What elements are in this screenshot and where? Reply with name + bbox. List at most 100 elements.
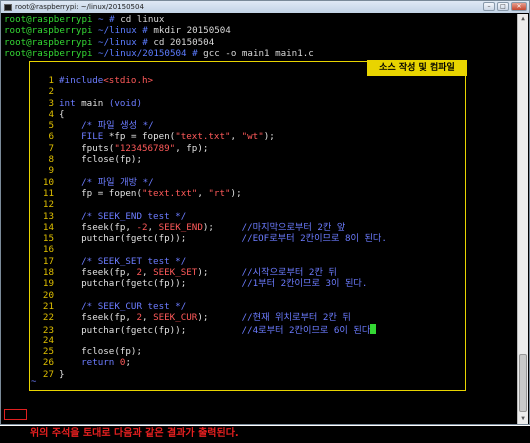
vim-empty-line-marker: ~ — [31, 377, 37, 387]
code-token: } — [59, 368, 65, 380]
code-token: fclose(fp); — [59, 346, 142, 358]
prompt-user-host: root@raspberrypi — [4, 14, 93, 25]
line-number: 24 — [42, 334, 54, 346]
line-number: 12 — [42, 199, 54, 211]
editor-cursor — [370, 323, 377, 334]
prompt-user-host: root@raspberrypi — [4, 47, 93, 59]
line-number: 1 — [48, 75, 54, 86]
line-number: 9 — [48, 165, 54, 177]
line-number: 27 — [42, 368, 54, 380]
window-controls: – □ ✕ — [483, 2, 527, 11]
code-token: putchar(fgetc(fp)); — [59, 324, 242, 336]
code-token: , — [197, 187, 209, 199]
code-token: "text.txt" — [141, 187, 198, 199]
line-number: 19 — [42, 278, 54, 290]
command-text: cd 20150504 — [153, 36, 215, 48]
close-button[interactable]: ✕ — [511, 2, 527, 11]
code-line: 3 int main (void) — [34, 98, 387, 109]
title-bar[interactable]: root@raspberrypi: ~/linux/20150504 – □ ✕ — [1, 1, 529, 13]
source-code: 1 #include<stdio.h> 2 3 int main (void) 4{5 /… — [34, 75, 387, 380]
code-token: //4로부터 2칸이므로 6이 된다 — [241, 324, 371, 336]
code-token: fclose(fp); — [59, 154, 142, 166]
code-token: , — [147, 221, 159, 233]
code-token: SEEK_CUR — [153, 312, 198, 324]
prompt-user-host: root@raspberrypi — [4, 36, 93, 48]
code-line: 4{ — [34, 109, 387, 120]
code-token: putchar(fgetc(fp)); — [59, 233, 242, 245]
code-token: "123456789" — [114, 142, 176, 154]
terminal-line: root@raspberrypi ~/linux/20150504 # gcc … — [4, 48, 516, 59]
code-line: 9 — [34, 165, 387, 176]
code-token: //시작으로부터 2칸 뒤 — [241, 267, 337, 279]
code-token: main — [75, 97, 109, 109]
code-token: <stdio.h> — [103, 75, 154, 86]
code-line: 12 — [34, 199, 387, 210]
code-line: 6 FILE *fp = fopen("text.txt", "wt"); — [34, 131, 387, 142]
scroll-thumb[interactable] — [519, 354, 527, 412]
line-number: 4 — [48, 108, 54, 120]
code-token: , fp); — [175, 142, 209, 154]
code-token: fp = fopen( — [59, 187, 142, 199]
code-token: ); — [202, 221, 242, 233]
code-token: fseek(fp, — [59, 267, 137, 279]
scroll-down-arrow-icon[interactable]: ▼ — [518, 414, 528, 424]
code-token: //1부터 2칸이므로 3이 된다. — [241, 278, 368, 290]
line-number: 16 — [42, 244, 54, 256]
line-number: 15 — [42, 233, 54, 245]
code-token: (void) — [108, 97, 143, 109]
line-number: 14 — [42, 221, 54, 233]
line-number: 2 — [48, 86, 54, 98]
command-text: gcc -o main1 main1.c — [203, 47, 314, 59]
code-line: 16 — [34, 244, 387, 255]
line-number: 13 — [42, 210, 54, 222]
line-number: 6 — [48, 131, 54, 143]
code-token: #include — [59, 75, 104, 86]
code-line: 25 fclose(fp); — [34, 346, 387, 357]
code-line: 7 fputs("123456789", fp); — [34, 143, 387, 154]
scroll-up-arrow-icon[interactable]: ▲ — [518, 14, 528, 24]
result-caption: 위의 주석을 토대로 다음과 같은 결과가 출력된다. — [0, 426, 530, 443]
code-token: fseek(fp, — [59, 221, 137, 233]
code-token: /* SEEK_END test */ — [81, 210, 187, 222]
maximize-button[interactable]: □ — [497, 2, 509, 11]
code-token: "text.txt" — [175, 131, 231, 143]
code-token: FILE — [81, 131, 104, 143]
code-token: ); — [197, 312, 242, 324]
code-token: /* SEEK_CUR test */ — [81, 300, 187, 312]
code-token: putchar(fgetc(fp)); — [59, 278, 242, 290]
code-token: ); — [263, 131, 275, 143]
line-number: 21 — [42, 300, 54, 312]
code-line: 11 fp = fopen("text.txt", "rt"); — [34, 188, 387, 199]
code-token: //마지막으로부터 2칸 앞 — [241, 221, 346, 233]
output-highlight-box — [4, 409, 27, 420]
pre-commands: root@raspberrypi ~ # cd linux root@raspbe… — [4, 14, 516, 59]
command-text: cd linux — [120, 14, 165, 25]
code-token: -2 — [136, 221, 148, 233]
code-token: fputs( — [59, 142, 115, 154]
line-number: 25 — [42, 346, 54, 358]
code-line: 15 putchar(fgetc(fp)); //EOF로부터 2칸이므로 8이… — [34, 233, 387, 244]
prompt-path: ~/linux # — [92, 36, 154, 48]
code-line: 27} — [34, 369, 387, 380]
code-line: 2 — [34, 86, 387, 97]
scrollbar[interactable]: ▲ ▼ — [517, 14, 528, 424]
code-token: ; — [125, 357, 131, 369]
minimize-button[interactable]: – — [483, 2, 495, 11]
code-token: SEEK_END — [158, 221, 203, 233]
code-line: 23 putchar(fgetc(fp)); //4로부터 2칸이므로 6이 된… — [34, 323, 387, 336]
code-line: 18 fseek(fp, 2, SEEK_SET); //시작으로부터 2칸 뒤 — [34, 267, 387, 278]
code-token: { — [59, 108, 65, 120]
prompt-path: ~/linux/20150504 # — [92, 47, 204, 59]
code-line: 20 — [34, 290, 387, 301]
code-line: 14 fseek(fp, -2, SEEK_END); //마지막으로부터 2칸… — [34, 222, 387, 233]
code-token: int — [59, 97, 76, 109]
code-token: "rt" — [208, 187, 231, 199]
code-token: /* 파일 개방 */ — [81, 176, 154, 188]
code-line: 13 /* SEEK_END test */ — [34, 211, 387, 222]
prompt-path: ~/linux # — [92, 25, 154, 37]
code-token: //현재 위치로부터 2칸 뒤 — [241, 312, 351, 324]
code-token: , — [230, 131, 242, 143]
